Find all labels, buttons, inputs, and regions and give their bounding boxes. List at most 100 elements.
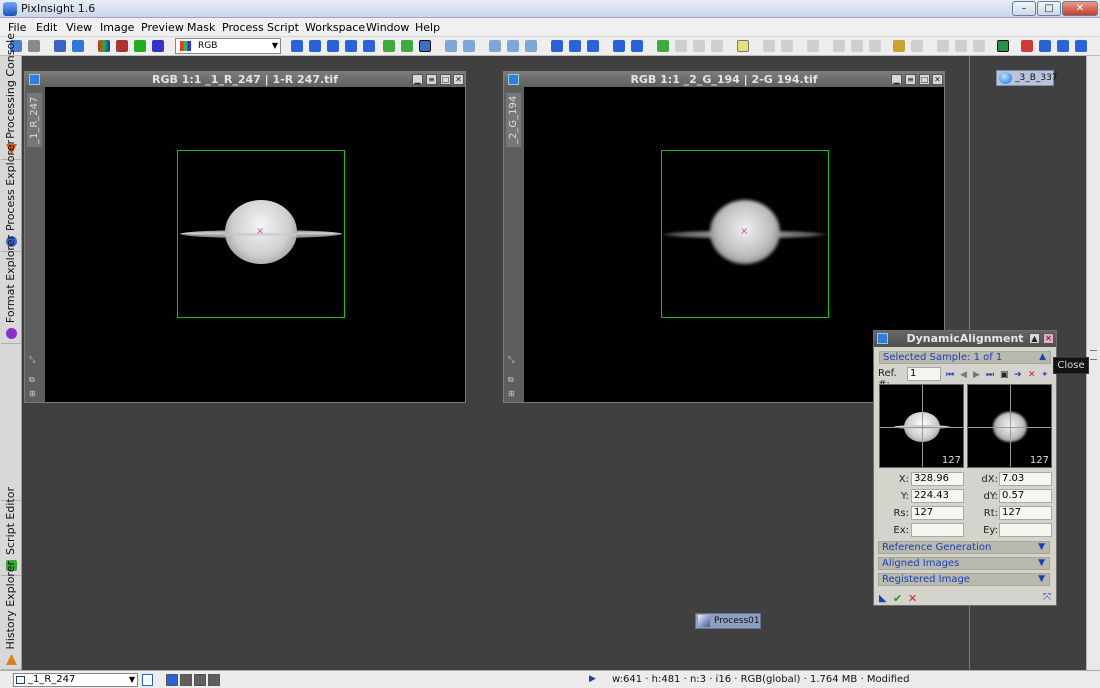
image-icon-3b337[interactable]: _3_B_337 — [996, 70, 1058, 86]
menu-image[interactable]: Image — [100, 21, 134, 34]
dock-tab-format-explorer[interactable]: Format Explorer — [1, 235, 21, 344]
close-window-button[interactable]: ✕ — [932, 74, 943, 85]
minimize-window-button[interactable]: ≡ — [426, 74, 437, 85]
image-window-r247[interactable]: RGB 1:1 _1_R_247 | 1-R 247.tif ▁ ≡ □ ✕ _… — [24, 71, 466, 403]
view-id-tab[interactable]: _1_R_247 — [27, 93, 42, 147]
menu-workspace[interactable]: Workspace — [305, 21, 365, 34]
channel-2-button[interactable] — [180, 674, 192, 686]
workspace-4-icon[interactable] — [1057, 40, 1069, 52]
mask-link-icon[interactable]: ⧉ — [508, 375, 518, 385]
preview-edit-icon[interactable] — [569, 40, 581, 52]
expand-icon[interactable]: ⤡ — [29, 355, 39, 365]
red-channel-icon[interactable] — [116, 40, 128, 52]
close-app-button[interactable]: ✕ — [1062, 1, 1098, 16]
ref-number-field[interactable]: 1 — [907, 367, 941, 381]
menu-script[interactable]: Script — [267, 21, 299, 34]
readout-mode-icon[interactable] — [401, 40, 413, 52]
panel-titlebar[interactable]: DynamicAlignment ▲ ✕ — [874, 331, 1056, 347]
tool-a-icon[interactable] — [489, 40, 501, 52]
hand-icon[interactable] — [807, 40, 819, 52]
channel-4-button[interactable] — [208, 674, 220, 686]
minimize-button[interactable]: – — [1012, 1, 1036, 16]
cancel-icon[interactable]: ✕ — [908, 592, 917, 605]
script-run-icon[interactable] — [893, 40, 905, 52]
workspace-5-icon[interactable] — [1075, 40, 1087, 52]
document-icon[interactable] — [142, 674, 153, 686]
zoom-1-1-icon[interactable] — [345, 40, 357, 52]
splitter-grip[interactable] — [1090, 350, 1097, 360]
workspace-1-icon[interactable] — [997, 40, 1009, 52]
aligned-images-section[interactable]: Aligned Images ▼ — [878, 557, 1050, 570]
menu-edit[interactable]: Edit — [36, 21, 57, 34]
mask-invert-icon[interactable] — [631, 40, 643, 52]
mask-icon[interactable] — [613, 40, 625, 52]
dy-field[interactable]: 0.57 — [999, 489, 1052, 503]
close-panel-button[interactable]: ✕ — [1043, 333, 1054, 344]
execute-icon[interactable]: ✔ — [893, 592, 902, 605]
y-field[interactable]: 224.43 — [911, 489, 964, 503]
readout-icon[interactable] — [383, 40, 395, 52]
first-sample-icon[interactable]: ⏮ — [946, 370, 954, 380]
channel-1-button[interactable] — [166, 674, 178, 686]
blue-channel-icon[interactable] — [152, 40, 164, 52]
stf-auto-icon[interactable] — [711, 40, 723, 52]
expand-icon[interactable]: ▼ — [1038, 558, 1045, 569]
fit-view-icon[interactable] — [309, 40, 321, 52]
target-icon[interactable]: ✦ — [1041, 370, 1049, 380]
maximize-window-button[interactable]: □ — [919, 74, 930, 85]
shade-panel-button[interactable]: ▲ — [1029, 333, 1040, 344]
view-selector[interactable]: _1_R_247 ▼ — [13, 673, 138, 687]
rgb-channels-icon[interactable] — [98, 40, 110, 52]
unpin-icon[interactable] — [28, 40, 40, 52]
menu-process[interactable]: Process — [222, 21, 264, 34]
shade-button[interactable]: ▁ — [412, 74, 423, 85]
workspace-2-icon[interactable] — [1021, 40, 1033, 52]
tool-b-icon[interactable] — [507, 40, 519, 52]
select-mode-icon[interactable] — [419, 40, 431, 52]
green-channel-icon[interactable] — [134, 40, 146, 52]
dock-tab-history-explorer[interactable]: History Explorer — [1, 561, 21, 670]
menu-help[interactable]: Help — [415, 21, 440, 34]
zoom-in-icon[interactable] — [291, 40, 303, 52]
arrange-icon[interactable] — [869, 40, 881, 52]
tile-icon[interactable] — [763, 40, 775, 52]
preview-delete-icon[interactable] — [587, 40, 599, 52]
preview-toggle-icon[interactable]: ⊞ — [29, 389, 39, 399]
image-canvas[interactable]: × — [45, 87, 465, 402]
zoom-out-icon[interactable] — [327, 40, 339, 52]
expand-icon[interactable]: ▼ — [1038, 542, 1045, 553]
ey-field[interactable] — [999, 523, 1052, 537]
cascade-icon[interactable] — [781, 40, 793, 52]
channel-3-button[interactable] — [194, 674, 206, 686]
stf-icon[interactable] — [657, 40, 669, 52]
shade-button[interactable]: ▁ — [891, 74, 902, 85]
maximize-button[interactable]: □ — [1037, 1, 1061, 16]
dx-field[interactable]: 7.03 — [999, 472, 1052, 486]
histogram-icon[interactable] — [737, 40, 749, 52]
new-image-icon[interactable] — [54, 40, 66, 52]
new-instance-icon[interactable]: ◣ — [879, 593, 887, 604]
expand-icon[interactable]: ⤡ — [508, 355, 518, 365]
go-sample-icon[interactable]: ➔ — [1014, 370, 1022, 380]
rt-field[interactable]: 127 — [999, 506, 1052, 520]
rs-field[interactable]: 127 — [911, 506, 964, 520]
menu-window[interactable]: Window — [366, 21, 409, 34]
process-run-icon[interactable] — [911, 40, 923, 52]
reference-generation-section[interactable]: Reference Generation ▼ — [878, 541, 1050, 554]
workspace-3-icon[interactable] — [1039, 40, 1051, 52]
ex-field[interactable] — [911, 523, 964, 537]
menu-preview[interactable]: Preview — [141, 21, 184, 34]
prev-sample-icon[interactable]: ◀ — [960, 370, 967, 380]
demagnify-icon[interactable] — [463, 40, 475, 52]
menu-mask[interactable]: Mask — [187, 21, 215, 34]
stf-link-icon[interactable] — [693, 40, 705, 52]
x-field[interactable]: 328.96 — [911, 472, 964, 486]
collapse-icon[interactable]: ▲ — [1039, 352, 1046, 363]
colorspace-select[interactable]: RGB ▼ — [175, 38, 281, 54]
minimize-window-button[interactable]: ≡ — [905, 74, 916, 85]
mask-link-icon[interactable]: ⧉ — [29, 375, 39, 385]
play-icon[interactable]: ▶ — [589, 674, 596, 684]
view-id-tab[interactable]: _2_G_194 — [506, 93, 521, 147]
settings-icon[interactable] — [955, 40, 967, 52]
copy-window-icon[interactable] — [833, 40, 845, 52]
